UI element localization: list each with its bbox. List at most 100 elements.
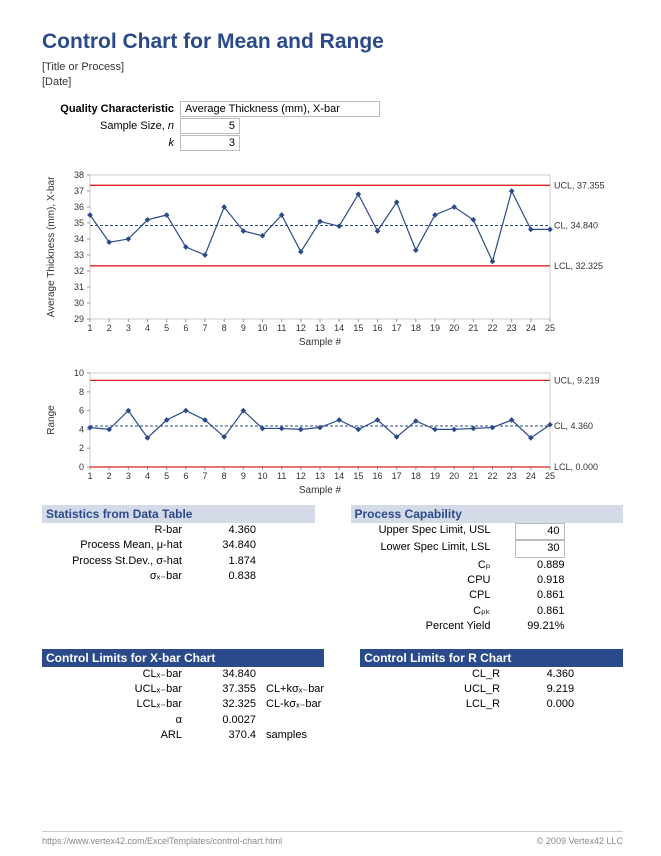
svg-text:6: 6 xyxy=(183,471,188,481)
footer-url: https://www.vertex42.com/ExcelTemplates/… xyxy=(42,836,282,846)
stat-label: ARL xyxy=(42,728,190,743)
svg-text:22: 22 xyxy=(487,323,497,333)
svg-text:15: 15 xyxy=(353,323,363,333)
stat-value: 34.840 xyxy=(190,538,260,553)
stat-label: LCL_R xyxy=(360,697,508,712)
stats-header: Statistics from Data Table xyxy=(42,505,315,523)
title-placeholder: [Title or Process] xyxy=(42,60,623,75)
lsl-label: Lower Spec Limit, LSL xyxy=(351,540,499,557)
svg-text:6: 6 xyxy=(183,323,188,333)
svg-text:8: 8 xyxy=(222,471,227,481)
svg-text:16: 16 xyxy=(372,471,382,481)
svg-text:CL, 4.360: CL, 4.360 xyxy=(554,421,593,431)
stat-extra: CL-kσₓ₋bar xyxy=(260,697,321,712)
k-input[interactable]: 3 xyxy=(180,135,240,151)
stat-label: CLₓ₋bar xyxy=(42,667,190,682)
svg-text:18: 18 xyxy=(411,323,421,333)
stat-value: 9.219 xyxy=(508,682,578,697)
svg-text:18: 18 xyxy=(411,471,421,481)
stat-label: R-bar xyxy=(42,523,190,538)
stat-value: 1.874 xyxy=(190,554,260,569)
capability-rows: Cₚ 0.889 CPU 0.918 CPL 0.861 Cₚₖ 0.861 P… xyxy=(351,558,624,635)
xbar-limits-header: Control Limits for X-bar Chart xyxy=(42,649,324,667)
svg-text:20: 20 xyxy=(449,323,459,333)
svg-text:12: 12 xyxy=(296,323,306,333)
svg-text:5: 5 xyxy=(164,323,169,333)
svg-text:Average Thickness (mm), X-bar: Average Thickness (mm), X-bar xyxy=(46,176,57,317)
svg-text:23: 23 xyxy=(507,323,517,333)
svg-text:11: 11 xyxy=(277,323,286,333)
stat-label: LCLₓ₋bar xyxy=(42,697,190,712)
stat-value: 370.4 xyxy=(190,728,260,743)
svg-text:Sample #: Sample # xyxy=(299,337,342,348)
stat-value: 0.838 xyxy=(190,569,260,584)
svg-text:3: 3 xyxy=(126,471,131,481)
stat-value: 4.360 xyxy=(190,523,260,538)
svg-text:30: 30 xyxy=(74,298,84,308)
svg-text:24: 24 xyxy=(526,323,536,333)
stat-value: 99.21% xyxy=(499,619,569,634)
svg-text:11: 11 xyxy=(277,471,286,481)
svg-text:2: 2 xyxy=(107,471,112,481)
stats-rows: R-bar 4.360 Process Mean, μ-hat 34.840 P… xyxy=(42,523,315,585)
stat-value: 0.861 xyxy=(499,588,569,603)
svg-text:LCL, 0.000: LCL, 0.000 xyxy=(554,462,598,472)
svg-text:33: 33 xyxy=(74,250,84,260)
svg-text:13: 13 xyxy=(315,471,325,481)
svg-text:19: 19 xyxy=(430,471,440,481)
stat-extra: samples xyxy=(260,728,307,743)
svg-text:LCL, 32.325: LCL, 32.325 xyxy=(554,261,603,271)
date-placeholder: [Date] xyxy=(42,75,623,90)
stat-label: Process St.Dev., σ-hat xyxy=(42,554,190,569)
stat-extra: CL+kσₓ₋bar xyxy=(260,682,324,697)
svg-text:31: 31 xyxy=(74,282,84,292)
svg-text:Range: Range xyxy=(46,405,57,435)
r-limits-header: Control Limits for R Chart xyxy=(360,649,623,667)
svg-text:Sample #: Sample # xyxy=(299,485,342,496)
lsl-input[interactable]: 30 xyxy=(515,540,565,557)
stat-label: Cₚ xyxy=(351,558,499,573)
svg-text:1: 1 xyxy=(87,323,92,333)
capability-header: Process Capability xyxy=(351,505,624,523)
stat-label: σₓ₋bar xyxy=(42,569,190,584)
svg-text:4: 4 xyxy=(145,323,150,333)
qc-input[interactable]: Average Thickness (mm), X-bar xyxy=(180,101,380,117)
svg-text:14: 14 xyxy=(334,471,344,481)
range-chart: 0246810123456789101112131415161718192021… xyxy=(42,367,623,497)
svg-text:15: 15 xyxy=(353,471,363,481)
n-input[interactable]: 5 xyxy=(180,118,240,134)
svg-text:0: 0 xyxy=(79,462,84,472)
svg-text:13: 13 xyxy=(315,323,325,333)
svg-text:17: 17 xyxy=(392,323,402,333)
svg-text:16: 16 xyxy=(372,323,382,333)
stat-label: α xyxy=(42,713,190,728)
svg-text:19: 19 xyxy=(430,323,440,333)
svg-text:20: 20 xyxy=(449,471,459,481)
svg-text:22: 22 xyxy=(487,471,497,481)
svg-text:UCL, 9.219: UCL, 9.219 xyxy=(554,375,600,385)
svg-text:10: 10 xyxy=(257,471,267,481)
stat-label: CPL xyxy=(351,588,499,603)
svg-text:32: 32 xyxy=(74,266,84,276)
footer-copyright: © 2009 Vertex42 LLC xyxy=(537,836,623,846)
stat-value: 37.355 xyxy=(190,682,260,697)
svg-text:34: 34 xyxy=(74,234,84,244)
svg-text:7: 7 xyxy=(202,471,207,481)
usl-label: Upper Spec Limit, USL xyxy=(351,523,499,540)
svg-text:9: 9 xyxy=(241,471,246,481)
qc-label: Quality Characteristic xyxy=(42,103,180,115)
svg-text:2: 2 xyxy=(107,323,112,333)
stat-label: CPU xyxy=(351,573,499,588)
svg-text:7: 7 xyxy=(202,323,207,333)
svg-text:21: 21 xyxy=(468,323,478,333)
stat-label: Cₚₖ xyxy=(351,604,499,619)
svg-text:12: 12 xyxy=(296,471,306,481)
svg-text:2: 2 xyxy=(79,443,84,453)
usl-input[interactable]: 40 xyxy=(515,523,565,540)
stat-label: UCLₓ₋bar xyxy=(42,682,190,697)
stat-value: 0.861 xyxy=(499,604,569,619)
svg-text:10: 10 xyxy=(74,368,84,378)
svg-text:6: 6 xyxy=(79,405,84,415)
svg-text:3: 3 xyxy=(126,323,131,333)
svg-text:8: 8 xyxy=(79,387,84,397)
